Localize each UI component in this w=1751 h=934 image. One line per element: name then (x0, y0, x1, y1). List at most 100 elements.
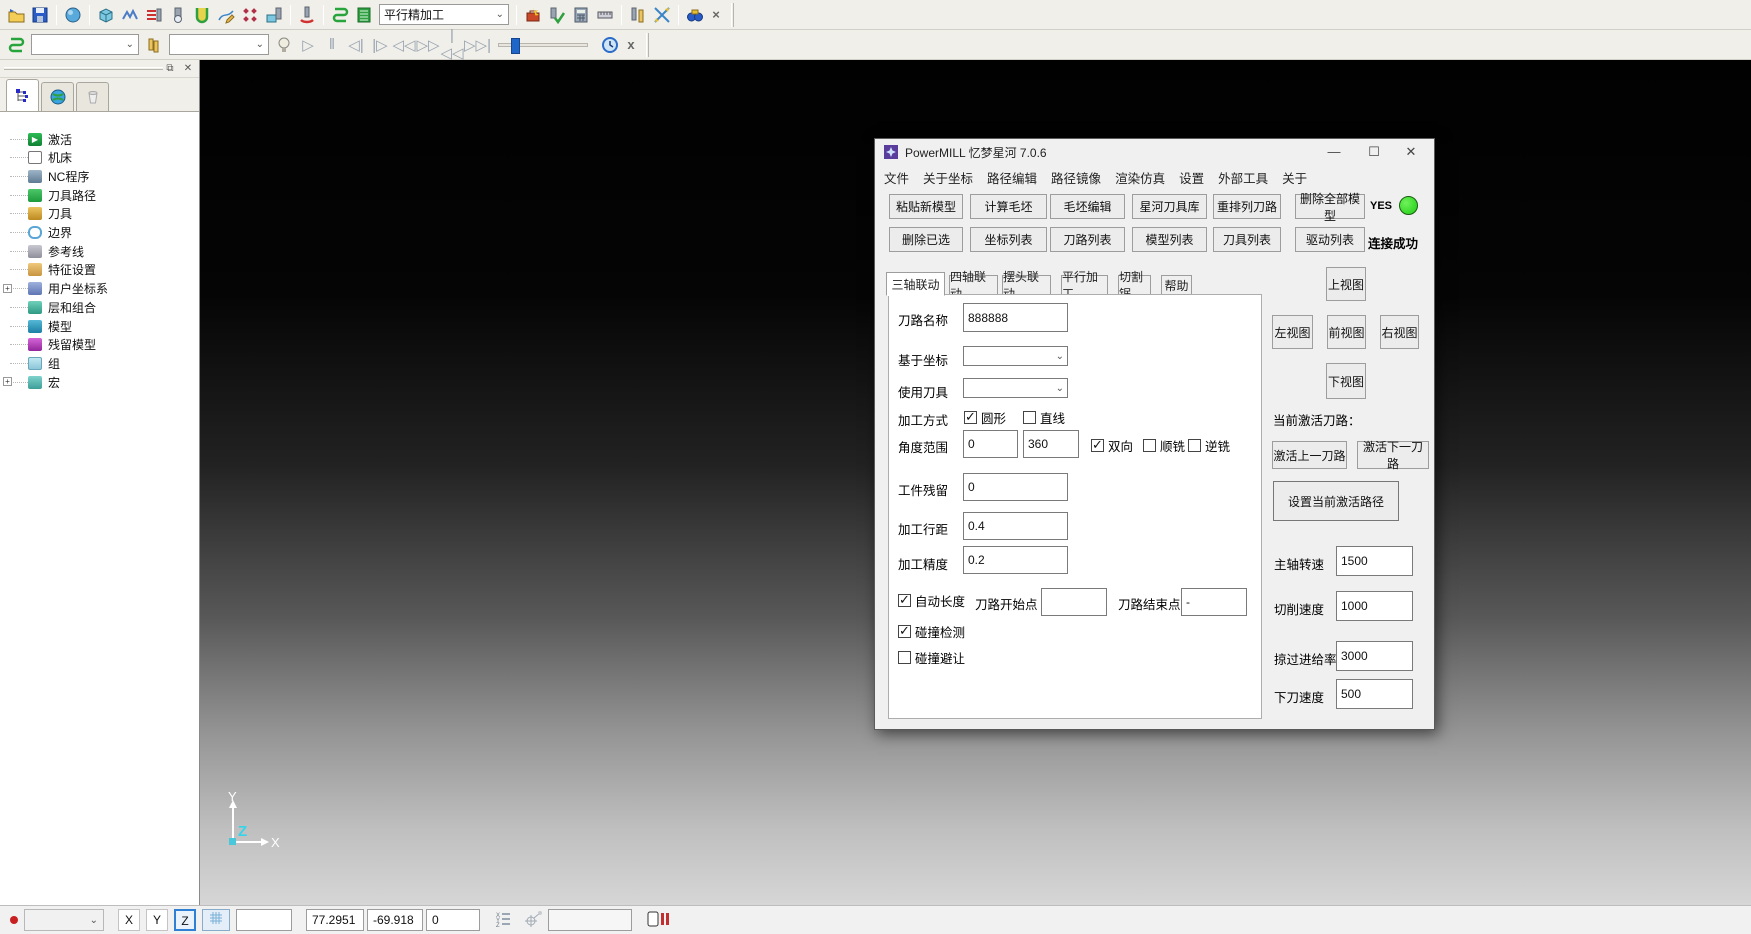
rewind-button[interactable]: ◁◁ (392, 36, 416, 54)
activate-next-toolpath-button[interactable]: 激活下一刀路 (1357, 441, 1429, 469)
speed-slider[interactable] (498, 43, 588, 47)
boundary-icon[interactable] (119, 4, 141, 26)
ball-tool-icon[interactable] (167, 4, 189, 26)
clock-icon[interactable] (599, 34, 621, 56)
spindle-speed-input[interactable] (1336, 546, 1413, 576)
toolpath-name-input[interactable] (963, 303, 1068, 332)
checkbox-icon[interactable] (898, 651, 911, 664)
tab-saw[interactable]: 切割锯 (1118, 275, 1151, 295)
toolpath-list-button[interactable]: 刀路列表 (1050, 227, 1125, 252)
tree-item-5[interactable]: 边界 (0, 224, 72, 242)
tolerance-input[interactable] (963, 546, 1068, 574)
tool-block-icon[interactable] (263, 4, 285, 26)
axis-x-button[interactable]: X (118, 909, 140, 931)
play-button[interactable]: ▷ (296, 36, 320, 54)
tree-item-1[interactable]: 机床 (0, 149, 72, 167)
angle-from-input[interactable] (963, 430, 1018, 458)
tree-item-9[interactable]: 层和组合 (0, 298, 96, 316)
drill-collision-icon[interactable] (296, 4, 318, 26)
tree-item-2[interactable]: NC程序 (0, 167, 89, 185)
jump-end-button[interactable]: ▷▷| (464, 36, 488, 54)
axis-z-button[interactable]: Z (174, 909, 196, 931)
use-tool-dropdown[interactable]: ⌄ (963, 378, 1068, 398)
delete-all-models-button[interactable]: 删除全部模型 (1295, 194, 1365, 219)
checkbox-icon[interactable] (1143, 439, 1156, 452)
start-point-input[interactable] (1041, 588, 1107, 616)
menu-about[interactable]: 关于 (1275, 168, 1314, 187)
paste-new-model-button[interactable]: 粘贴新模型 (889, 194, 963, 219)
menu-file[interactable]: 文件 (877, 168, 916, 187)
grid-size-input[interactable] (236, 909, 292, 931)
coord-list-button[interactable]: 坐标列表 (970, 227, 1047, 252)
tree-item-10[interactable]: 模型 (0, 317, 72, 335)
snap-mode-dropdown[interactable]: ⌄ (24, 909, 104, 931)
mode-linear-checkbox[interactable]: 直线 (1023, 408, 1065, 427)
pencil-curve-icon[interactable] (215, 4, 237, 26)
strategy-list-icon[interactable] (353, 4, 375, 26)
pause-button[interactable]: ‖ (320, 36, 344, 53)
checkbox-icon[interactable] (898, 594, 911, 607)
lightbulb-icon[interactable] (273, 34, 295, 56)
dialog-titlebar[interactable]: PowerMILL 忆梦星河 7.0.6 — ☐ ✕ (875, 139, 1434, 165)
tree-item-12[interactable]: 组 (0, 354, 60, 372)
jump-start-button[interactable]: |◁◁ (440, 27, 464, 62)
block-icon[interactable] (95, 4, 117, 26)
bidirectional-checkbox[interactable]: 双向 (1091, 436, 1133, 455)
calculator-icon[interactable] (570, 4, 592, 26)
menu-external-tools[interactable]: 外部工具 (1211, 168, 1275, 187)
panel-restore-icon[interactable]: ⧉ (163, 62, 177, 76)
swap-tool-icon[interactable] (651, 4, 673, 26)
explorer-tab-tree[interactable] (6, 79, 39, 111)
minimize-button[interactable]: — (1319, 141, 1349, 163)
conventional-mill-checkbox[interactable]: 逆铣 (1188, 436, 1230, 455)
tree-item-7[interactable]: 特征设置 (0, 261, 96, 279)
tab-parallel[interactable]: 平行加工 (1061, 275, 1108, 295)
drive-list-button[interactable]: 驱动列表 (1295, 227, 1365, 252)
tree-item-8[interactable]: +用户坐标系 (0, 280, 108, 298)
tab-3axis[interactable]: 三轴联动 (886, 272, 945, 296)
expand-icon[interactable]: + (3, 284, 12, 293)
expand-icon[interactable]: + (3, 377, 12, 386)
close-button[interactable]: ✕ (1396, 141, 1426, 163)
open-icon[interactable] (5, 4, 27, 26)
sim-tool-dropdown[interactable]: ⌄ (169, 34, 269, 55)
explorer-tab-trash[interactable] (76, 82, 109, 111)
skim-feed-input[interactable] (1336, 641, 1413, 671)
tool-list-button[interactable]: 刀具列表 (1213, 227, 1281, 252)
explorer-tab-globe[interactable] (41, 82, 74, 111)
probe-position-icon[interactable] (524, 911, 542, 930)
stock-edit-button[interactable]: 毛坯编辑 (1050, 194, 1125, 219)
cutting-speed-input[interactable] (1336, 591, 1413, 621)
checkbox-icon[interactable] (898, 625, 911, 638)
delete-selected-button[interactable]: 删除已选 (889, 227, 963, 252)
grid-toggle-button[interactable] (202, 909, 230, 931)
plunge-speed-input[interactable] (1336, 679, 1413, 709)
end-point-input[interactable] (1181, 588, 1247, 616)
menu-path-edit[interactable]: 路径编辑 (980, 168, 1044, 187)
rearrange-toolpath-button[interactable]: 重排列刀路 (1213, 194, 1281, 219)
model-list-button[interactable]: 模型列表 (1132, 227, 1207, 252)
climb-mill-checkbox[interactable]: 顺铣 (1143, 436, 1185, 455)
tab-tilthead[interactable]: 摆头联动 (1002, 275, 1051, 295)
auto-length-checkbox[interactable]: 自动长度 (898, 591, 965, 610)
tool-library-button[interactable]: 星河刀具库 (1132, 194, 1207, 219)
menu-render-sim[interactable]: 渲染仿真 (1108, 168, 1172, 187)
menu-path-mirror[interactable]: 路径镜像 (1044, 168, 1108, 187)
tree-item-0[interactable]: ▶激活 (0, 130, 72, 148)
step-back-button[interactable]: ◁| (344, 36, 368, 54)
step-forward-button[interactable]: |▷ (368, 36, 392, 54)
speed-slider-handle[interactable] (511, 38, 520, 54)
base-coord-dropdown[interactable]: ⌄ (963, 346, 1068, 366)
tool-pair-icon[interactable] (627, 4, 649, 26)
pattern-icon[interactable] (239, 4, 261, 26)
status-message-input[interactable] (548, 909, 632, 931)
tool-verify-icon[interactable] (546, 4, 568, 26)
checkbox-icon[interactable] (1091, 439, 1104, 452)
coord-x-input[interactable] (306, 909, 364, 931)
checkbox-icon[interactable] (964, 411, 977, 424)
collision-avoid-checkbox[interactable]: 碰撞避让 (898, 648, 965, 667)
stock-left-input[interactable] (963, 473, 1068, 501)
panel-close-icon[interactable]: ✕ (181, 62, 195, 76)
menu-settings[interactable]: 设置 (1172, 168, 1211, 187)
axis-y-button[interactable]: Y (146, 909, 168, 931)
